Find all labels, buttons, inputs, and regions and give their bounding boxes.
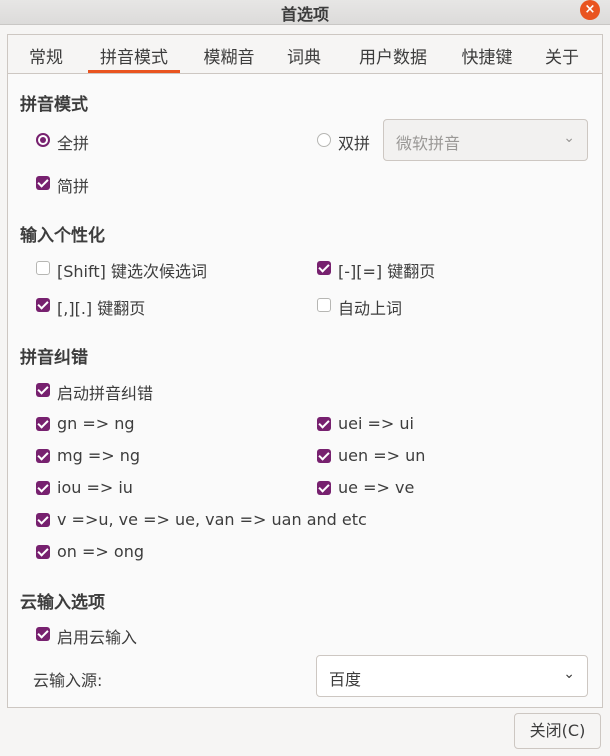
- enable-cloud-checkbox[interactable]: [36, 627, 50, 641]
- iou-iu-checkbox[interactable]: [36, 481, 50, 495]
- ue-ve-label: ue => ve: [338, 478, 415, 497]
- cloud-heading: 云输入选项: [20, 593, 105, 613]
- tab-fuzzy[interactable]: 模糊音: [194, 43, 264, 73]
- shift-select-label: [Shift] 键选次候选词: [57, 262, 207, 281]
- full-pinyin-label: 全拼: [57, 134, 90, 153]
- uen-un-checkbox[interactable]: [317, 449, 331, 463]
- double-pinyin-radio[interactable]: [317, 133, 331, 147]
- on-ong-checkbox[interactable]: [36, 545, 50, 559]
- cloud-source-value: 百度: [329, 670, 362, 689]
- uei-ui-checkbox[interactable]: [317, 417, 331, 431]
- gn-ng-label: gn => ng: [57, 414, 135, 433]
- tab-pinyin-mode[interactable]: 拼音模式: [88, 43, 180, 73]
- tab-bar: 常规 拼音模式 模糊音 词典 用户数据 快捷键 关于: [8, 35, 602, 74]
- auto-learn-label: 自动上词: [338, 299, 403, 318]
- enable-correction-label: 启动拼音纠错: [57, 384, 154, 403]
- personalize-heading: 输入个性化: [20, 226, 105, 246]
- window-close-icon[interactable]: ×: [580, 0, 600, 20]
- close-button[interactable]: 关闭(C): [514, 713, 601, 749]
- comma-period-page-checkbox[interactable]: [36, 298, 50, 312]
- iou-iu-label: iou => iu: [57, 478, 133, 497]
- auto-learn-checkbox[interactable]: [317, 298, 331, 312]
- ue-ve-checkbox[interactable]: [317, 481, 331, 495]
- tab-shortcuts[interactable]: 快捷键: [452, 43, 522, 73]
- cloud-source-label: 云输入源:: [33, 671, 103, 690]
- double-pinyin-label: 双拼: [338, 134, 371, 153]
- tab-dictionary[interactable]: 词典: [280, 43, 328, 73]
- tab-about[interactable]: 关于: [538, 43, 586, 73]
- mg-ng-checkbox[interactable]: [36, 449, 50, 463]
- window-title: 首选项: [280, 5, 329, 24]
- correction-heading: 拼音纠错: [20, 348, 88, 368]
- double-pinyin-scheme-select[interactable]: 微软拼音 ⌄: [383, 119, 588, 161]
- cloud-source-select[interactable]: 百度 ⌄: [316, 655, 588, 697]
- enable-correction-checkbox[interactable]: [36, 383, 50, 397]
- mg-ng-label: mg => ng: [57, 446, 141, 465]
- enable-cloud-label: 启用云输入: [57, 628, 138, 647]
- pinyin-mode-heading: 拼音模式: [20, 95, 88, 115]
- comma-period-page-label: [,][.] 键翻页: [57, 299, 146, 318]
- uei-ui-label: uei => ui: [338, 414, 414, 433]
- tab-general[interactable]: 常规: [22, 43, 70, 73]
- v-u-checkbox[interactable]: [36, 513, 50, 527]
- minus-equal-page-checkbox[interactable]: [317, 261, 331, 275]
- v-u-label: v =>u, ve => ue, van => uan and etc: [57, 510, 367, 529]
- incomplete-pinyin-checkbox[interactable]: [36, 176, 50, 190]
- scheme-value: 微软拼音: [396, 134, 461, 153]
- gn-ng-checkbox[interactable]: [36, 417, 50, 431]
- full-pinyin-radio[interactable]: [36, 133, 50, 147]
- tab-user-data[interactable]: 用户数据: [348, 43, 438, 73]
- title-bar: 首选项 ×: [0, 0, 610, 25]
- uen-un-label: uen => un: [338, 446, 426, 465]
- on-ong-label: on => ong: [57, 542, 144, 561]
- minus-equal-page-label: [-][=] 键翻页: [338, 262, 436, 281]
- incomplete-pinyin-label: 简拼: [57, 177, 90, 196]
- chevron-down-icon: ⌄: [563, 130, 575, 146]
- shift-select-checkbox[interactable]: [36, 261, 50, 275]
- chevron-down-icon: ⌄: [563, 666, 575, 682]
